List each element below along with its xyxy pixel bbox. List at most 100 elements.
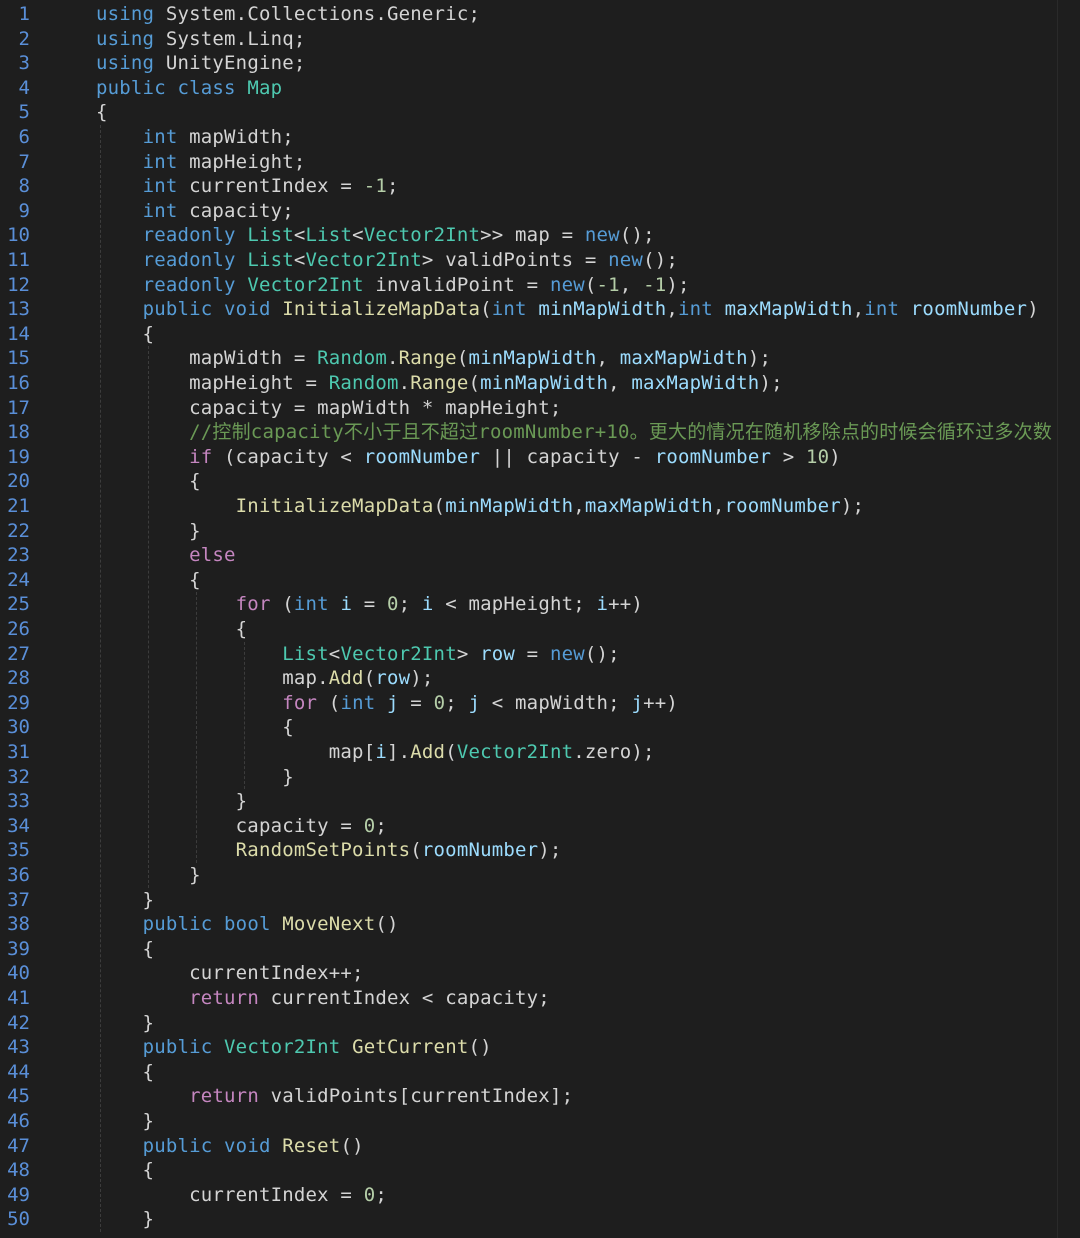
line-number: 33 bbox=[7, 790, 30, 813]
code-token: Vector2Int bbox=[247, 273, 364, 296]
code-line[interactable]: { bbox=[96, 617, 247, 642]
code-line[interactable]: public void Reset() bbox=[96, 1134, 364, 1159]
code-line[interactable]: capacity = mapWidth * mapHeight; bbox=[96, 396, 562, 421]
code-line[interactable]: public bool MoveNext() bbox=[96, 912, 399, 937]
code-token: capacity = mapWidth * mapHeight; bbox=[96, 396, 562, 419]
code-token: , bbox=[596, 347, 620, 370]
code-editor[interactable]: 1 2 3 4 5 6 7 8 9 10 11 12 13 14 15 16 17 18 19 20 21 22 23 24 2… bbox=[0, 0, 1080, 1238]
code-token: } bbox=[96, 1208, 155, 1231]
line-number: 24 bbox=[7, 568, 30, 591]
indent-guide bbox=[100, 125, 101, 1232]
code-token: >> map = bbox=[480, 224, 585, 247]
code-line[interactable]: currentIndex = 0; bbox=[96, 1183, 387, 1208]
code-line[interactable]: } bbox=[96, 1207, 154, 1232]
code-line[interactable]: using System.Linq; bbox=[96, 27, 306, 52]
code-token: ++) bbox=[643, 691, 678, 714]
code-line[interactable]: } bbox=[96, 789, 247, 814]
code-line[interactable]: int currentIndex = -1; bbox=[96, 174, 399, 199]
code-line[interactable]: mapWidth = Random.Range(minMapWidth, max… bbox=[96, 346, 771, 371]
code-token: maxMapWidth bbox=[724, 298, 853, 321]
line-number: 25 bbox=[7, 593, 30, 616]
code-token: Vector2Int bbox=[224, 1036, 341, 1059]
line-number-gutter: 1 2 3 4 5 6 7 8 9 10 11 12 13 14 15 16 17 18 19 20 21 22 23 24 2… bbox=[0, 0, 70, 1238]
code-line[interactable]: map.Add(row); bbox=[96, 666, 434, 691]
code-token: , bbox=[666, 298, 678, 321]
code-line[interactable]: if (capacity < roomNumber || capacity - … bbox=[96, 445, 841, 470]
code-line[interactable]: using System.Collections.Generic; bbox=[96, 2, 480, 27]
line-number: 21 bbox=[7, 495, 30, 517]
code-line[interactable]: InitializeMapData(minMapWidth,maxMapWidt… bbox=[96, 494, 864, 519]
code-token: class bbox=[177, 76, 236, 99]
code-line[interactable]: currentIndex++; bbox=[96, 961, 364, 986]
indent-guide bbox=[196, 592, 197, 863]
code-line[interactable]: readonly List<List<Vector2Int>> map = ne… bbox=[96, 223, 655, 248]
code-token: void bbox=[224, 298, 271, 321]
code-token: . bbox=[398, 372, 411, 394]
code-line[interactable]: int mapHeight; bbox=[96, 150, 306, 175]
code-line[interactable]: { bbox=[96, 937, 154, 962]
code-token: for bbox=[282, 691, 318, 714]
code-token: currentIndex < capacity; bbox=[258, 987, 550, 1009]
code-token: roomNumber bbox=[724, 495, 841, 517]
code-line[interactable]: } bbox=[96, 765, 294, 790]
code-line[interactable]: map[i].Add(Vector2Int.zero); bbox=[96, 740, 655, 765]
code-line[interactable]: List<Vector2Int> row = new(); bbox=[96, 642, 620, 667]
code-line[interactable]: capacity = 0; bbox=[96, 814, 387, 839]
code-token: maxMapWidth bbox=[584, 495, 713, 517]
code-token: row bbox=[375, 667, 411, 690]
code-line[interactable]: mapHeight = Random.Range(minMapWidth, ma… bbox=[96, 371, 783, 396]
line-number: 7 bbox=[18, 150, 30, 173]
line-number: 47 bbox=[7, 1134, 30, 1157]
line-number: 26 bbox=[7, 618, 30, 640]
code-line[interactable]: //控制capacity不小于且不超过roomNumber+10。更大的情况在随… bbox=[96, 420, 1052, 445]
code-line[interactable]: readonly List<Vector2Int> validPoints = … bbox=[96, 248, 678, 273]
code-token: return bbox=[189, 987, 259, 1009]
code-line[interactable]: { bbox=[96, 322, 154, 347]
code-token: int bbox=[142, 199, 178, 222]
code-token: void bbox=[224, 1134, 271, 1157]
line-number: 36 bbox=[7, 864, 30, 886]
code-token: for bbox=[235, 593, 271, 616]
code-line[interactable]: return validPoints[currentIndex]; bbox=[96, 1084, 573, 1109]
code-token: { bbox=[96, 618, 248, 640]
code-line[interactable]: int capacity; bbox=[96, 199, 294, 224]
line-number: 17 bbox=[7, 396, 30, 419]
code-line[interactable]: { bbox=[96, 715, 294, 740]
code-line[interactable]: } bbox=[96, 888, 154, 913]
code-line[interactable]: for (int i = 0; i < mapHeight; i++) bbox=[96, 592, 643, 617]
code-line[interactable]: { bbox=[96, 1060, 154, 1085]
code-token: currentIndex++; bbox=[96, 962, 364, 985]
code-token: 0 bbox=[363, 1183, 376, 1206]
code-line[interactable]: } bbox=[96, 1109, 154, 1134]
code-line[interactable]: RandomSetPoints(roomNumber); bbox=[96, 838, 562, 863]
line-number: 19 bbox=[7, 445, 30, 468]
code-token: > validPoints = bbox=[421, 249, 609, 271]
code-line[interactable]: else bbox=[96, 543, 236, 568]
code-token: MoveNext bbox=[282, 913, 376, 936]
code-token: currentIndex = bbox=[177, 175, 364, 198]
line-number: 10 bbox=[7, 224, 30, 247]
line-number: 37 bbox=[7, 888, 30, 911]
code-token: int bbox=[142, 150, 178, 173]
code-line[interactable]: { bbox=[96, 1158, 154, 1183]
code-line[interactable]: public class Map bbox=[96, 76, 282, 101]
code-line[interactable]: using UnityEngine; bbox=[96, 51, 306, 76]
code-line[interactable]: int mapWidth; bbox=[96, 125, 294, 150]
code-token: () bbox=[468, 1036, 492, 1059]
code-line[interactable]: { bbox=[96, 100, 108, 125]
code-line[interactable]: return currentIndex < capacity; bbox=[96, 986, 550, 1011]
code-token: (capacity < bbox=[212, 445, 364, 468]
line-number: 5 bbox=[18, 101, 30, 124]
code-line[interactable]: public Vector2Int GetCurrent() bbox=[96, 1035, 492, 1060]
code-line[interactable]: for (int j = 0; j < mapWidth; j++) bbox=[96, 691, 678, 716]
line-number: 32 bbox=[7, 765, 30, 788]
code-line[interactable]: public void InitializeMapData(int minMap… bbox=[96, 297, 1039, 322]
code-line[interactable]: readonly Vector2Int invalidPoint = new(-… bbox=[96, 273, 690, 298]
code-line[interactable]: } bbox=[96, 1011, 154, 1036]
